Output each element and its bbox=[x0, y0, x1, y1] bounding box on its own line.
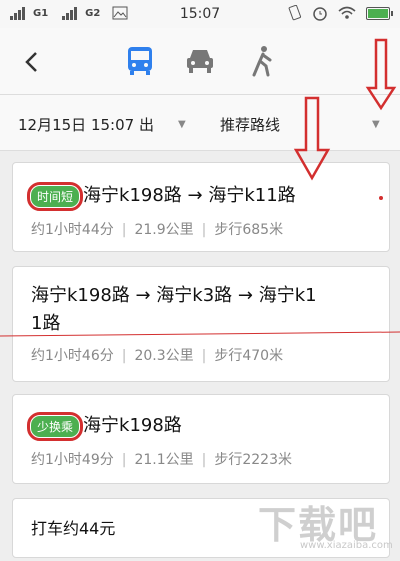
battery-icon bbox=[366, 6, 393, 20]
fastest-badge: 时间短 bbox=[26, 181, 84, 211]
route-distance: 21.9公里 bbox=[134, 222, 194, 238]
route-lines: 海宁k198路 bbox=[83, 415, 182, 436]
departure-time-selector[interactable]: 12月15日 15:07 出 bbox=[18, 114, 154, 135]
watermark-url: www.xiazaiba.com bbox=[300, 540, 393, 551]
chevron-down-icon[interactable]: ▼ bbox=[178, 119, 186, 130]
bus-icon[interactable] bbox=[122, 44, 158, 78]
route-title-line1: 海宁k198路 → 海宁k3路 → 海宁k1 bbox=[31, 285, 317, 306]
route-duration: 约1小时44分 bbox=[31, 222, 114, 238]
route-card[interactable]: 少换乘 海宁k198路 约1小时49分 | 21.1公里 | 步行2223米 bbox=[12, 394, 390, 484]
route-options: 12月15日 15:07 出 ▼ 推荐路线 ▼ bbox=[0, 95, 400, 151]
route-walk: 步行470米 bbox=[214, 348, 284, 364]
route-walk: 步行685米 bbox=[214, 222, 284, 238]
alarm-icon bbox=[313, 7, 327, 21]
route-meta: 约1小时44分 | 21.9公里 | 步行685米 bbox=[31, 222, 284, 238]
departure-time-label: 12月15日 15:07 出 bbox=[18, 116, 154, 134]
vibrate-icon bbox=[288, 5, 302, 21]
wifi-icon bbox=[338, 6, 356, 19]
route-lines: 海宁k198路 → 海宁k11路 bbox=[83, 185, 296, 206]
route-meta: 约1小时49分 | 21.1公里 | 步行2223米 bbox=[31, 452, 292, 468]
status-bar: G1 G2 15:07 bbox=[0, 0, 400, 28]
route-preference-label: 推荐路线 bbox=[220, 116, 281, 134]
route-title: 少换乘 海宁k198路 bbox=[26, 411, 182, 441]
taxi-fare: 打车约44元 bbox=[31, 519, 116, 538]
route-duration: 约1小时46分 bbox=[31, 348, 114, 364]
route-preference-selector[interactable]: 推荐路线 bbox=[220, 114, 280, 135]
route-walk: 步行2223米 bbox=[214, 452, 292, 468]
walk-icon[interactable] bbox=[244, 44, 280, 78]
car-icon[interactable] bbox=[182, 44, 218, 78]
route-card[interactable]: 海宁k198路 → 海宁k3路 → 海宁k1 1路 约1小时46分 | 20.3公里… bbox=[12, 266, 390, 382]
fewer-transfers-badge: 少换乘 bbox=[26, 411, 84, 441]
route-title-line2: 1路 bbox=[31, 313, 61, 334]
chevron-down-icon[interactable]: ▼ bbox=[372, 119, 380, 130]
route-meta: 约1小时46分 | 20.3公里 | 步行470米 bbox=[31, 348, 284, 364]
route-duration: 约1小时49分 bbox=[31, 452, 114, 468]
route-distance: 21.1公里 bbox=[134, 452, 194, 468]
back-arrow-icon[interactable] bbox=[18, 48, 46, 76]
mode-bar bbox=[0, 28, 400, 95]
route-distance: 20.3公里 bbox=[134, 348, 194, 364]
status-right bbox=[288, 5, 393, 21]
route-card[interactable]: 时间短 海宁k198路 → 海宁k11路 约1小时44分 | 21.9公里 | 步行685… bbox=[12, 162, 390, 252]
route-title: 时间短 海宁k198路 → 海宁k11路 bbox=[26, 181, 296, 211]
